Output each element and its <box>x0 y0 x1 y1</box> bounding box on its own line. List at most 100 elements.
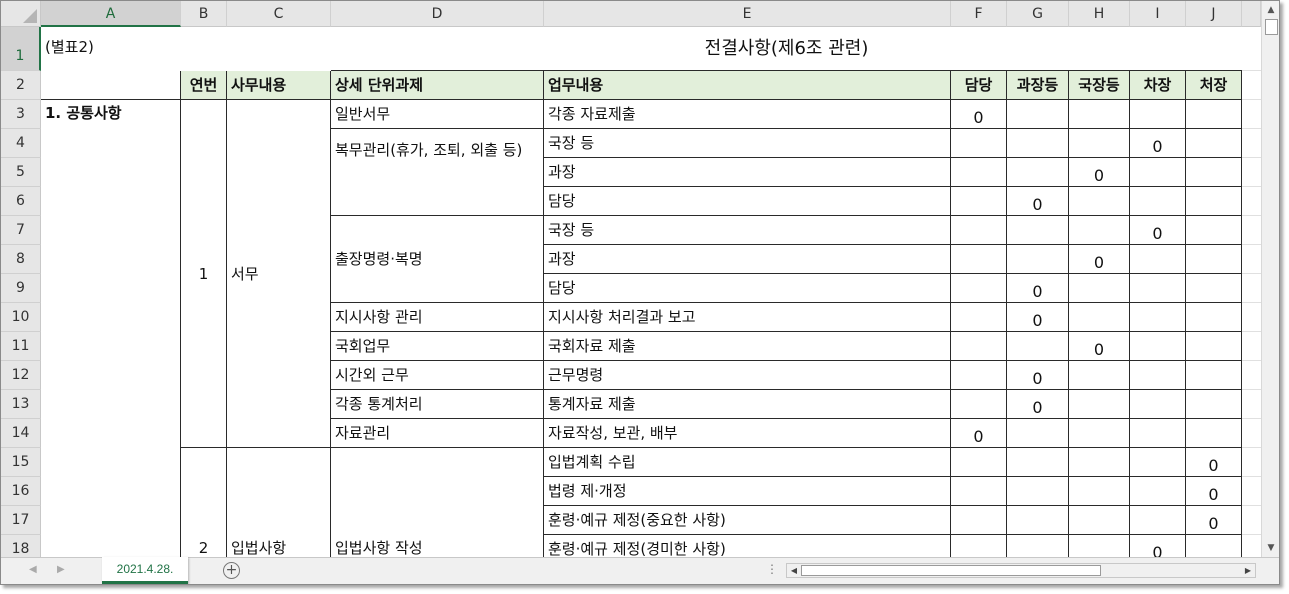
approval-mark[interactable]: 0 <box>1007 274 1069 303</box>
vertical-scrollbar[interactable]: ▲ ▼ <box>1261 1 1279 557</box>
approval-cell[interactable] <box>1186 419 1242 448</box>
header-task[interactable]: 사무내용 <box>227 71 331 100</box>
detail-cell[interactable]: 각종 통계처리 <box>331 390 544 419</box>
row-header-10[interactable]: 10 <box>1 303 41 332</box>
content-cell[interactable]: 근무명령 <box>544 361 951 390</box>
approval-mark[interactable]: 0 <box>1186 506 1242 535</box>
column-header-g[interactable]: G <box>1007 1 1069 27</box>
content-cell[interactable]: 입법계획 수립 <box>544 448 951 477</box>
approval-cell[interactable] <box>1007 245 1069 274</box>
row-header-18[interactable]: 18 <box>1 535 41 557</box>
detail-cell[interactable]: 일반서무 <box>331 100 544 129</box>
content-cell[interactable]: 담당 <box>544 187 951 216</box>
content-cell[interactable]: 각종 자료제출 <box>544 100 951 129</box>
group-seq-1[interactable]: 1 <box>181 100 227 448</box>
header-level-4[interactable]: 차장 <box>1130 71 1186 100</box>
approval-cell[interactable] <box>1007 158 1069 187</box>
approval-cell[interactable] <box>951 448 1007 477</box>
approval-cell[interactable] <box>951 274 1007 303</box>
content-cell[interactable]: 지시사항 처리결과 보고 <box>544 303 951 332</box>
approval-cell[interactable] <box>1007 419 1069 448</box>
approval-mark[interactable]: 0 <box>1130 129 1186 158</box>
row-header-15[interactable]: 15 <box>1 448 41 477</box>
approval-cell[interactable] <box>1130 506 1186 535</box>
header-level-1[interactable]: 담당 <box>951 71 1007 100</box>
approval-cell[interactable] <box>1069 419 1130 448</box>
approval-cell[interactable] <box>1130 419 1186 448</box>
content-cell[interactable]: 통계자료 제출 <box>544 390 951 419</box>
approval-cell[interactable] <box>1007 129 1069 158</box>
approval-cell[interactable] <box>951 187 1007 216</box>
approval-cell[interactable] <box>1186 361 1242 390</box>
detail-cell[interactable]: 복무관리(휴가, 조퇴, 외출 등) <box>331 129 544 216</box>
approval-cell[interactable] <box>1130 274 1186 303</box>
detail-cell[interactable]: 지시사항 관리 <box>331 303 544 332</box>
approval-cell[interactable] <box>951 303 1007 332</box>
approval-cell[interactable] <box>1186 303 1242 332</box>
approval-cell[interactable] <box>1069 129 1130 158</box>
approval-mark[interactable]: 0 <box>1186 477 1242 506</box>
row-header-12[interactable]: 12 <box>1 361 41 390</box>
approval-cell[interactable] <box>1069 506 1130 535</box>
detail-cell[interactable]: 입법사항 작성 <box>331 448 544 557</box>
blank-cell[interactable] <box>41 71 181 100</box>
content-cell[interactable]: 과장 <box>544 245 951 274</box>
column-header-e[interactable]: E <box>544 1 951 27</box>
approval-mark[interactable]: 0 <box>1007 361 1069 390</box>
column-header-f[interactable]: F <box>951 1 1007 27</box>
content-cell[interactable]: 과장 <box>544 158 951 187</box>
approval-cell[interactable] <box>951 477 1007 506</box>
vertical-scroll-thumb[interactable] <box>1265 19 1278 35</box>
approval-cell[interactable] <box>1069 216 1130 245</box>
approval-cell[interactable] <box>951 390 1007 419</box>
approval-cell[interactable] <box>1130 448 1186 477</box>
column-header-i[interactable]: I <box>1130 1 1186 27</box>
approval-cell[interactable] <box>1186 216 1242 245</box>
approval-mark[interactable]: 0 <box>1130 216 1186 245</box>
header-detail[interactable]: 상세 단위과제 <box>331 71 544 100</box>
column-header-j[interactable]: J <box>1186 1 1242 27</box>
approval-cell[interactable] <box>1186 187 1242 216</box>
scroll-up-icon[interactable]: ▲ <box>1264 3 1278 17</box>
row-header-13[interactable]: 13 <box>1 390 41 419</box>
sheet-tab[interactable]: 2021.4.28. <box>102 557 188 584</box>
content-cell[interactable]: 담당 <box>544 274 951 303</box>
approval-cell[interactable] <box>1186 100 1242 129</box>
content-cell[interactable]: 훈령·예규 제정(중요한 사항) <box>544 506 951 535</box>
approval-cell[interactable] <box>1007 477 1069 506</box>
header-level-3[interactable]: 국장등 <box>1069 71 1130 100</box>
approval-cell[interactable] <box>1069 361 1130 390</box>
approval-cell[interactable] <box>1007 535 1069 557</box>
content-cell[interactable]: 국장 등 <box>544 216 951 245</box>
approval-cell[interactable] <box>1069 274 1130 303</box>
row-header-6[interactable]: 6 <box>1 187 41 216</box>
approval-cell[interactable] <box>1186 332 1242 361</box>
approval-cell[interactable] <box>1130 332 1186 361</box>
column-header-b[interactable]: B <box>181 1 227 27</box>
row-header-8[interactable]: 8 <box>1 245 41 274</box>
approval-cell[interactable] <box>951 158 1007 187</box>
header-level-5[interactable]: 처장 <box>1186 71 1242 100</box>
blank-cell[interactable] <box>181 27 331 71</box>
approval-cell[interactable] <box>1130 187 1186 216</box>
row-header-7[interactable]: 7 <box>1 216 41 245</box>
approval-cell[interactable] <box>951 129 1007 158</box>
row-header-2[interactable]: 2 <box>1 71 41 100</box>
approval-cell[interactable] <box>1069 448 1130 477</box>
row-header-3[interactable]: 3 <box>1 100 41 129</box>
approval-cell[interactable] <box>1130 245 1186 274</box>
add-sheet-icon[interactable]: + <box>223 562 240 579</box>
group-task-2[interactable]: 입법사항 <box>227 448 331 557</box>
approval-mark[interactable]: 0 <box>1069 158 1130 187</box>
approval-mark[interactable]: 0 <box>1007 187 1069 216</box>
scroll-down-icon[interactable]: ▼ <box>1264 541 1278 555</box>
horizontal-scrollbar[interactable]: ◀ ▶ <box>786 563 1256 578</box>
approval-mark[interactable]: 0 <box>1007 303 1069 332</box>
approval-cell[interactable] <box>951 245 1007 274</box>
approval-mark[interactable]: 0 <box>1069 245 1130 274</box>
header-seq[interactable]: 연번 <box>181 71 227 100</box>
options-dots-icon[interactable]: ⋮ <box>766 562 778 576</box>
approval-mark[interactable]: 0 <box>951 100 1007 129</box>
column-header-d[interactable]: D <box>331 1 544 27</box>
approval-cell[interactable] <box>1007 506 1069 535</box>
